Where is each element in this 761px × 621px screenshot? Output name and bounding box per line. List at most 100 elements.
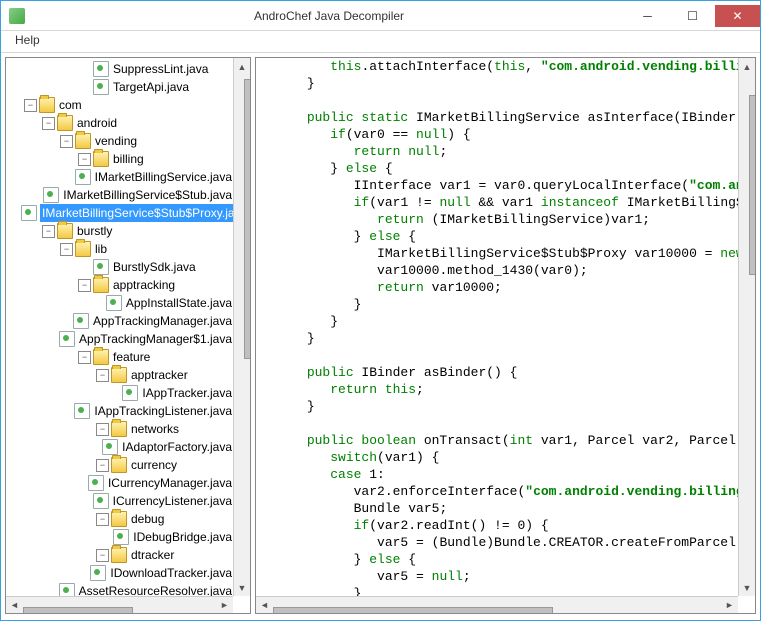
tree-item[interactable]: ICurrencyManager.java — [6, 474, 233, 492]
collapse-icon[interactable]: − — [96, 549, 109, 562]
tree-label: AppTrackingManager$1.java — [78, 330, 233, 348]
java-file-icon — [88, 475, 104, 491]
tree-spacer — [98, 531, 111, 544]
java-file-icon — [93, 259, 109, 275]
collapse-icon[interactable]: − — [60, 243, 73, 256]
folder-icon — [75, 241, 91, 257]
collapse-icon[interactable]: − — [24, 99, 37, 112]
scroll-down-icon[interactable]: ▼ — [739, 579, 756, 596]
scroll-down-icon[interactable]: ▼ — [234, 579, 251, 596]
scroll-up-icon[interactable]: ▲ — [234, 58, 251, 75]
tree-label: AppTrackingManager.java — [92, 312, 233, 330]
menubar: Help — [1, 31, 760, 53]
collapse-icon[interactable]: − — [96, 459, 109, 472]
tree-item[interactable]: − currency — [6, 456, 233, 474]
scroll-left-icon[interactable]: ◄ — [6, 597, 23, 614]
tree-label: apptracking — [112, 276, 176, 294]
collapse-icon[interactable]: − — [78, 351, 91, 364]
tree-item[interactable]: −networks — [6, 420, 233, 438]
tree-vscrollbar[interactable]: ▲ ▼ — [233, 58, 250, 596]
tree-item[interactable]: SuppressLint.java — [6, 60, 233, 78]
code-line: var10000.method_1430(var0); — [260, 262, 734, 279]
tree-label: com — [58, 96, 83, 114]
tree-item[interactable]: AppInstallState.java — [6, 294, 233, 312]
tree-scroll[interactable]: SuppressLint.javaTargetApi.java−com−andr… — [6, 58, 233, 596]
tree-spacer — [44, 585, 57, 597]
tree-item[interactable]: AppTrackingManager$1.java — [6, 330, 233, 348]
tree-spacer — [28, 189, 41, 202]
tree-label: lib — [94, 240, 108, 258]
tree-item[interactable]: − billing — [6, 150, 233, 168]
collapse-icon[interactable]: − — [78, 153, 91, 166]
tree-spacer — [107, 387, 120, 400]
tree-label: currency — [130, 456, 178, 474]
tree-item[interactable]: IAppTrackingListener.java — [6, 402, 233, 420]
java-file-icon — [74, 403, 90, 419]
java-file-icon — [113, 529, 129, 545]
tree-label: IDebugBridge.java — [132, 528, 233, 546]
tree-item[interactable]: − com — [6, 96, 233, 114]
collapse-icon[interactable]: − — [42, 225, 55, 238]
collapse-icon[interactable]: − — [96, 513, 109, 526]
tree-item[interactable]: −android — [6, 114, 233, 132]
tree-item[interactable]: −apptracker — [6, 366, 233, 384]
java-file-icon — [122, 385, 138, 401]
close-button[interactable]: ✕ — [715, 5, 760, 27]
code-line: return null; — [260, 143, 734, 160]
tree-item[interactable]: IDebugBridge.java — [6, 528, 233, 546]
java-file-icon — [59, 331, 75, 347]
code-scroll[interactable]: this.attachInterface(this, "com.android.… — [256, 58, 738, 596]
tree-item[interactable]: − lib — [6, 240, 233, 258]
tree-item[interactable]: AppTrackingManager.java — [6, 312, 233, 330]
tree-item[interactable]: −feature — [6, 348, 233, 366]
tree-item[interactable]: TargetApi.java — [6, 78, 233, 96]
tree-label: ICurrencyManager.java — [107, 474, 233, 492]
tree-item[interactable]: AssetResourceResolver.java — [6, 582, 233, 596]
code-line: IMarketBillingService$Stub$Proxy var1000… — [260, 245, 734, 262]
tree-item[interactable]: ICurrencyListener.java — [6, 492, 233, 510]
scroll-right-icon[interactable]: ► — [216, 597, 233, 614]
tree-item[interactable]: IMarketBillingService.java — [6, 168, 233, 186]
tree-item[interactable]: −dtracker — [6, 546, 233, 564]
scroll-left-icon[interactable]: ◄ — [256, 597, 273, 614]
code-line: return this; — [260, 381, 734, 398]
tree-spacer — [6, 207, 19, 220]
tree-panel: SuppressLint.javaTargetApi.java−com−andr… — [5, 57, 251, 614]
collapse-icon[interactable]: − — [96, 369, 109, 382]
scroll-up-icon[interactable]: ▲ — [739, 58, 756, 75]
scroll-right-icon[interactable]: ► — [721, 597, 738, 614]
java-file-icon — [93, 61, 109, 77]
tree-item[interactable]: −burstly — [6, 222, 233, 240]
code-vscrollbar[interactable]: ▲ ▼ — [738, 58, 755, 596]
code-line: var5 = (Bundle)Bundle.CREATOR.createFrom… — [260, 534, 734, 551]
tree-item[interactable]: −debug — [6, 510, 233, 528]
tree-item[interactable]: BurstlySdk.java — [6, 258, 233, 276]
tree-spacer — [91, 297, 104, 310]
menu-help[interactable]: Help — [9, 31, 46, 49]
collapse-icon[interactable]: − — [60, 135, 73, 148]
tree-label: BurstlySdk.java — [112, 258, 197, 276]
tree-hscrollbar[interactable]: ◄ ► — [6, 596, 233, 613]
code-hscrollbar[interactable]: ◄ ► — [256, 596, 738, 613]
folder-icon — [111, 421, 127, 437]
tree-item[interactable]: IMarketBillingService$Stub$Proxy.java — [6, 204, 233, 222]
code-line: if(var0 == null) { — [260, 126, 734, 143]
folder-icon — [57, 115, 73, 131]
tree-label: billing — [112, 150, 145, 168]
folder-icon — [93, 277, 109, 293]
tree-item[interactable]: IAppTracker.java — [6, 384, 233, 402]
code-line: if(var1 != null && var1 instanceof IMark… — [260, 194, 734, 211]
folder-icon — [57, 223, 73, 239]
minimize-button[interactable]: ─ — [625, 5, 670, 27]
tree-item[interactable]: IMarketBillingService$Stub.java — [6, 186, 233, 204]
collapse-icon[interactable]: − — [96, 423, 109, 436]
code-line: } else { — [260, 551, 734, 568]
tree-item[interactable]: −vending — [6, 132, 233, 150]
tree-item[interactable]: IAdaptorFactory.java — [6, 438, 233, 456]
tree-item[interactable]: − apptracking — [6, 276, 233, 294]
maximize-button[interactable]: ☐ — [670, 5, 715, 27]
tree-label: IMarketBillingService$Stub$Proxy.java — [40, 204, 233, 222]
collapse-icon[interactable]: − — [78, 279, 91, 292]
tree-item[interactable]: IDownloadTracker.java — [6, 564, 233, 582]
collapse-icon[interactable]: − — [42, 117, 55, 130]
